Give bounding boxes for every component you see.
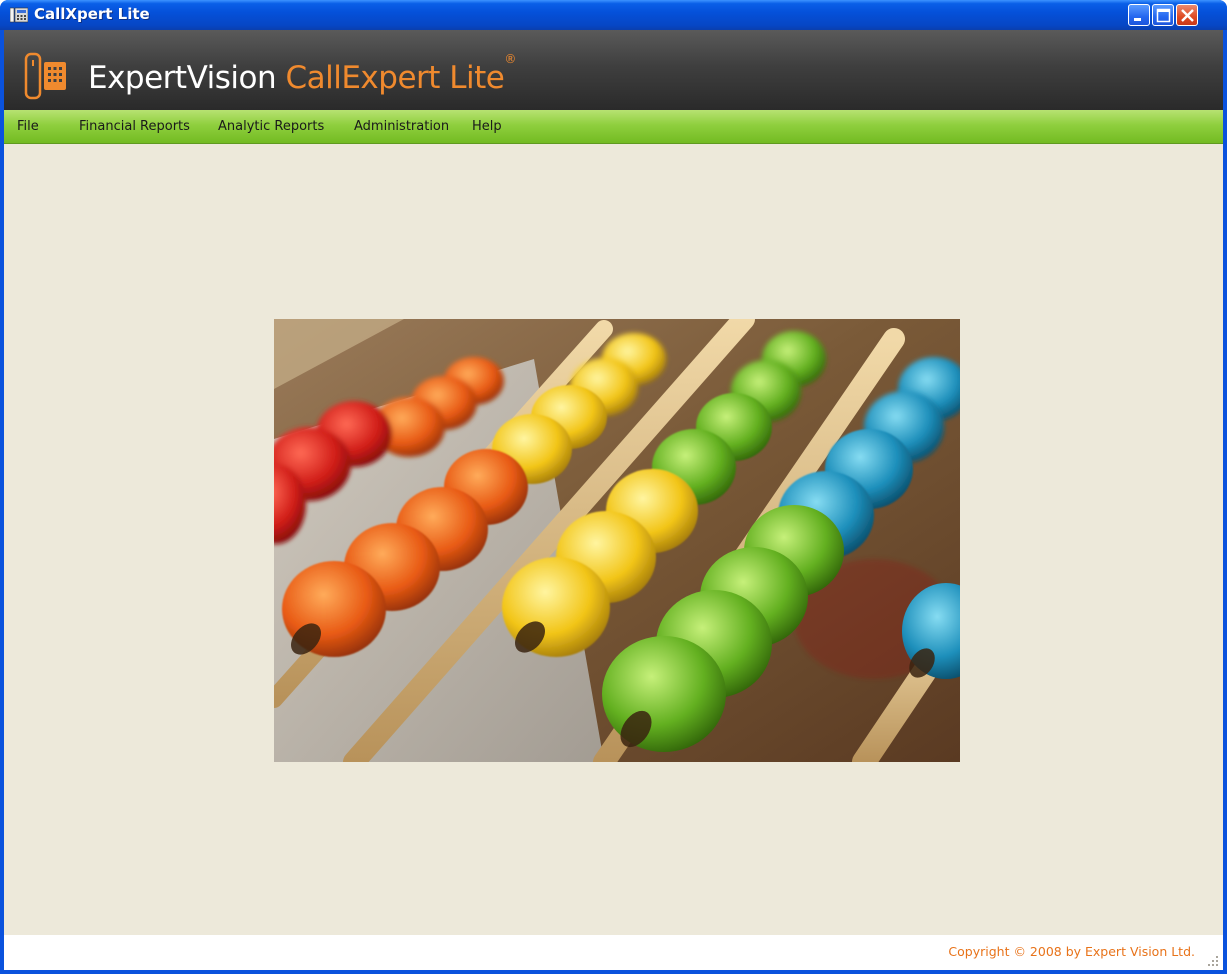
title-bar[interactable]: CallXpert Lite	[0, 0, 1227, 30]
menu-financial-reports[interactable]: Financial Reports	[79, 119, 190, 134]
app-window: CallXpert Lite ExpertVision CallExpert L…	[0, 0, 1227, 974]
minimize-icon	[1134, 18, 1141, 21]
close-button[interactable]	[1176, 4, 1198, 26]
app-icon	[10, 7, 28, 23]
close-icon	[1181, 9, 1194, 22]
resize-grip-icon[interactable]	[1205, 953, 1219, 967]
minimize-button[interactable]	[1128, 4, 1150, 26]
window-title: CallXpert Lite	[34, 5, 150, 23]
status-bar: Copyright © 2008 by Expert Vision Ltd.	[4, 935, 1223, 970]
brand-main: ExpertVision	[88, 60, 277, 96]
registered-mark: ®	[504, 52, 516, 66]
abacus-photo	[274, 319, 960, 762]
maximize-icon	[1156, 8, 1171, 23]
menu-analytic-reports[interactable]: Analytic Reports	[218, 119, 324, 134]
app-banner: ExpertVision CallExpert Lite ®	[4, 30, 1223, 110]
brand-title: ExpertVision CallExpert Lite ®	[88, 52, 516, 96]
phone-logo-icon	[24, 52, 66, 100]
menu-bar: File Financial Reports Analytic Reports …	[4, 110, 1223, 144]
copyright-text: Copyright © 2008 by Expert Vision Ltd.	[948, 944, 1195, 959]
client-area: ExpertVision CallExpert Lite ® File Fina…	[4, 30, 1223, 970]
menu-file[interactable]: File	[17, 119, 39, 134]
brand-sub: CallExpert Lite	[285, 60, 505, 96]
maximize-button[interactable]	[1152, 4, 1174, 26]
menu-help[interactable]: Help	[472, 119, 502, 134]
menu-administration[interactable]: Administration	[354, 119, 449, 134]
